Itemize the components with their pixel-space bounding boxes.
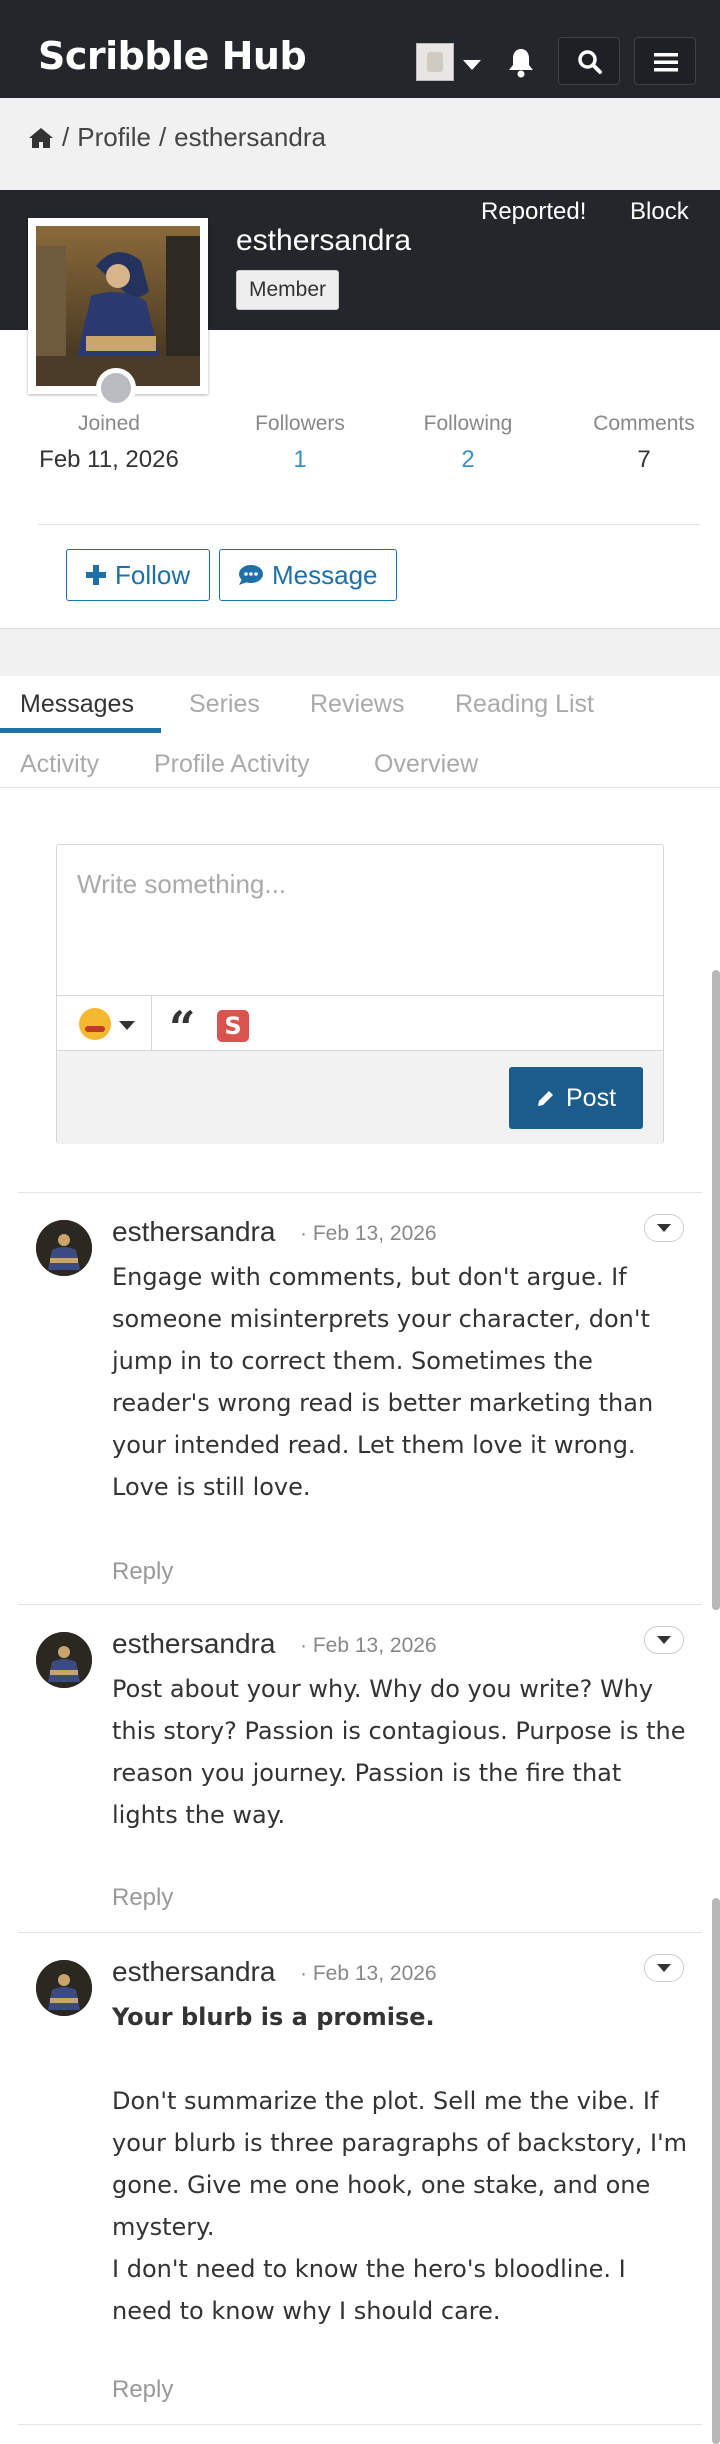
tab-reviews[interactable]: Reviews: [310, 690, 404, 719]
stat-label: Joined: [78, 412, 140, 435]
search-button[interactable]: [558, 37, 620, 85]
message-body: Post about your why. Why do you write? W…: [112, 1668, 692, 1836]
stat-following[interactable]: Following 2: [398, 412, 538, 474]
message-composer: Write something... “ S Post: [56, 844, 664, 1144]
home-icon[interactable]: [28, 127, 54, 149]
message-paragraph: Engage with comments, but don't argue. I…: [112, 1263, 654, 1501]
message-date-text: Feb 13, 2026: [312, 1962, 437, 1985]
profile-avatar-image: [36, 226, 200, 386]
breadcrumb-profile[interactable]: Profile: [77, 122, 151, 153]
separator-dot: ·: [300, 1222, 307, 1245]
breadcrumb: / Profile / esthersandra: [28, 122, 326, 153]
tabs-border: [0, 787, 720, 788]
message-author[interactable]: esthersandra: [112, 1956, 275, 1988]
spoiler-icon[interactable]: S: [217, 1010, 249, 1042]
message-avatar[interactable]: [36, 1632, 92, 1688]
stat-value[interactable]: 2: [398, 446, 538, 474]
message-paragraph: I don't need to know the hero's bloodlin…: [112, 2255, 626, 2325]
message-divider: [18, 1932, 702, 1933]
message-date-text: Feb 13, 2026: [312, 1634, 437, 1657]
stat-value[interactable]: 1: [230, 446, 370, 474]
breadcrumb-user: esthersandra: [174, 122, 326, 152]
message-author[interactable]: esthersandra: [112, 1628, 275, 1660]
tab-activity[interactable]: Activity: [20, 750, 99, 779]
block-link[interactable]: Block: [630, 198, 689, 226]
tab-reading-list[interactable]: Reading List: [455, 690, 594, 719]
quote-icon[interactable]: “: [169, 1005, 195, 1051]
separator-dot: ·: [300, 1962, 307, 1985]
message-author[interactable]: esthersandra: [112, 1216, 275, 1248]
reply-link[interactable]: Reply: [112, 1558, 173, 1586]
breadcrumb-separator: /: [158, 122, 167, 152]
message-divider: [18, 1604, 702, 1605]
post-button[interactable]: Post: [509, 1067, 643, 1129]
message-avatar[interactable]: [36, 1220, 92, 1276]
site-logo[interactable]: Scribble Hub: [38, 34, 307, 78]
follow-button-label: Follow: [115, 559, 191, 590]
stat-label: Comments: [593, 412, 695, 435]
stat-value: 7: [637, 446, 651, 473]
chevron-down-icon[interactable]: [463, 60, 481, 70]
search-icon: [578, 50, 602, 74]
message-paragraph: Post about your why. Why do you write? W…: [112, 1675, 686, 1829]
stat-joined: Joined Feb 11, 2026: [38, 412, 180, 474]
scrollbar-thumb[interactable]: [712, 1898, 720, 2444]
stat-label: Followers: [255, 412, 345, 435]
message-options-toggle[interactable]: [644, 1954, 684, 1982]
section-spacer: [0, 628, 720, 676]
active-tab-indicator: [0, 728, 161, 733]
breadcrumb-separator: /: [62, 122, 70, 152]
message-divider: [18, 1192, 702, 1193]
message-input[interactable]: Write something...: [77, 869, 286, 900]
message-date-text: Feb 13, 2026: [312, 1222, 437, 1245]
stat-value: Feb 11, 2026: [39, 446, 179, 473]
toolbar-divider: [151, 996, 152, 1052]
separator-dot: ·: [300, 1634, 307, 1657]
user-avatar-icon[interactable]: [416, 43, 454, 81]
message-date: · Feb 13, 2026: [300, 1634, 437, 1658]
message-heading: Your blurb is a promise.: [112, 2003, 435, 2031]
message-options-toggle[interactable]: [644, 1214, 684, 1242]
message-date: · Feb 13, 2026: [300, 1962, 437, 1986]
message-spacer: [112, 2038, 692, 2080]
stat-followers[interactable]: Followers 1: [230, 412, 370, 474]
menu-button[interactable]: [634, 37, 696, 85]
message-avatar[interactable]: [36, 1960, 92, 2016]
follow-button[interactable]: Follow: [66, 549, 210, 601]
chat-bubble-icon: [239, 565, 263, 585]
message-paragraph: Don't summarize the plot. Sell me the vi…: [112, 2087, 688, 2241]
stat-label: Following: [423, 412, 513, 435]
message-button-label: Message: [272, 559, 378, 590]
plus-icon: [86, 565, 106, 585]
post-button-label: Post: [565, 1083, 617, 1112]
message-body: Engage with comments, but don't argue. I…: [112, 1256, 692, 1508]
scrollbar-thumb[interactable]: [712, 970, 720, 1610]
report-link[interactable]: Reported!: [481, 198, 586, 226]
emoji-icon[interactable]: [79, 1008, 111, 1040]
tab-profile-activity[interactable]: Profile Activity: [154, 750, 310, 779]
reply-link[interactable]: Reply: [112, 2376, 173, 2404]
bell-icon[interactable]: [506, 47, 536, 79]
reply-link[interactable]: Reply: [112, 1884, 173, 1912]
composer-footer: Post: [57, 1051, 663, 1144]
hamburger-icon: [654, 53, 678, 72]
tab-messages[interactable]: Messages: [20, 690, 134, 719]
divider: [38, 524, 700, 525]
tab-overview[interactable]: Overview: [374, 750, 478, 779]
message-body: Your blurb is a promise. Don't summarize…: [112, 1996, 692, 2332]
pencil-icon: [537, 1091, 553, 1106]
composer-toolbar: “ S: [57, 995, 663, 1052]
message-button[interactable]: Message: [219, 549, 397, 601]
message-date: · Feb 13, 2026: [300, 1222, 437, 1246]
online-status-dot: [96, 368, 136, 408]
profile-username: esthersandra: [236, 224, 412, 257]
member-badge: Member: [236, 270, 340, 310]
message-options-toggle[interactable]: [644, 1626, 684, 1654]
stat-comments: Comments 7: [572, 412, 716, 474]
tab-series[interactable]: Series: [189, 690, 260, 719]
chevron-down-icon[interactable]: [119, 1021, 135, 1030]
message-divider: [18, 2424, 702, 2425]
